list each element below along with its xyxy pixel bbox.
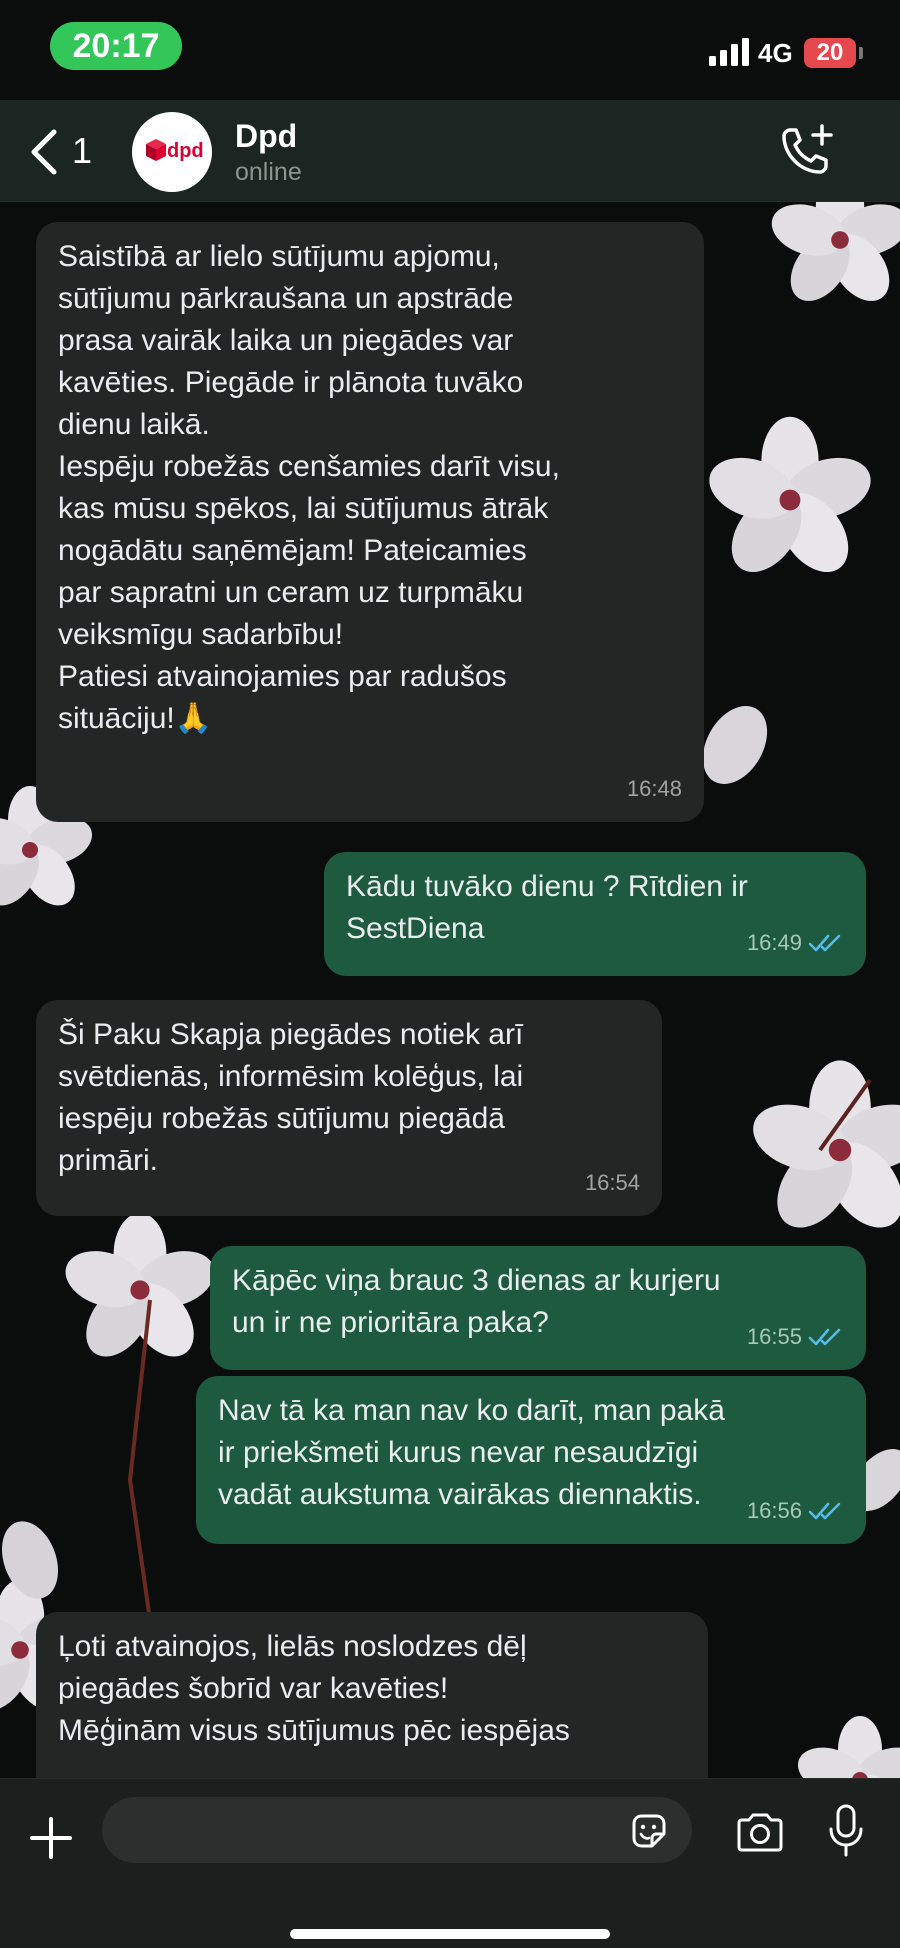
double-check-icon: [808, 1328, 841, 1346]
message-meta: 16:48: [627, 768, 682, 810]
double-check-icon: [808, 934, 841, 952]
message-time: 16:55: [746, 1324, 802, 1349]
contact-name[interactable]: Dpd: [235, 118, 297, 155]
message-list[interactable]: Saistībā ar lielo sūtījumu apjomu, sūtīj…: [0, 202, 900, 1778]
avatar-logo-text: dpd: [167, 140, 204, 162]
message-meta: 16:56: [747, 1490, 844, 1532]
battery-indicator: 20: [804, 38, 856, 68]
double-check-icon: [808, 1502, 841, 1520]
message-input[interactable]: [102, 1797, 692, 1863]
composer-bar: [0, 1778, 900, 1948]
camera-icon[interactable]: [734, 1811, 786, 1853]
network-type: 4G: [758, 38, 793, 68]
message-text: Saistībā ar lielo sūtījumu apjomu, sūtīj…: [58, 240, 560, 735]
message-time: 16:49: [746, 930, 802, 955]
status-bar: 20:17 4G 20: [0, 0, 900, 100]
chevron-left-icon[interactable]: [24, 124, 64, 180]
avatar[interactable]: dpd: [132, 112, 212, 192]
plus-icon[interactable]: [28, 1815, 74, 1861]
contact-status: online: [235, 158, 302, 186]
message-incoming[interactable]: Ļoti atvainojos, lielās noslodzes dēļ pi…: [36, 1612, 708, 1778]
sticker-icon[interactable]: [628, 1810, 670, 1852]
add-call-icon[interactable]: [778, 122, 834, 178]
home-indicator[interactable]: [290, 1929, 610, 1939]
message-outgoing[interactable]: Nav tā ka man nav ko darīt, man pakā ir …: [196, 1376, 866, 1544]
back-unread-count[interactable]: 1: [72, 130, 92, 172]
chat-header: 1 dpd Dpd online: [0, 100, 900, 202]
message-time: 16:48: [626, 776, 682, 801]
message-outgoing[interactable]: Kāpēc viņa brauc 3 dienas ar kurjeru un …: [210, 1246, 866, 1370]
battery-cap: [859, 47, 863, 59]
message-outgoing[interactable]: Kādu tuvāko dienu ? Rītdien ir SestDiena…: [324, 852, 866, 976]
signal-icon: [709, 38, 749, 66]
status-time: 20:17: [50, 22, 182, 70]
message-time: 16:54: [584, 1170, 640, 1195]
message-incoming[interactable]: Ši Paku Skapja piegādes notiek arī svētd…: [36, 1000, 662, 1216]
message-time: 16:56: [746, 1498, 802, 1523]
message-meta: 16:54: [585, 1162, 640, 1204]
message-meta: 16:55: [747, 1316, 844, 1358]
message-meta: 16:49: [747, 922, 844, 964]
message-text: Ši Paku Skapja piegādes notiek arī svētd…: [58, 1018, 524, 1177]
microphone-icon[interactable]: [826, 1803, 866, 1859]
message-incoming[interactable]: Saistībā ar lielo sūtījumu apjomu, sūtīj…: [36, 222, 704, 822]
message-text: Ļoti atvainojos, lielās noslodzes dēļ pi…: [58, 1630, 570, 1747]
